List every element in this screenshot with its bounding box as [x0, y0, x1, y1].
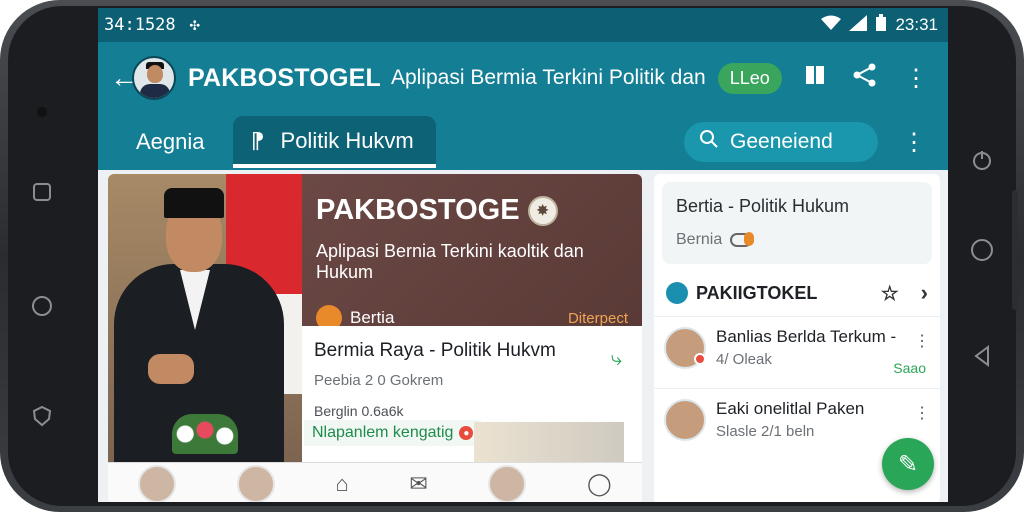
language-pill[interactable]: LLeo	[717, 62, 782, 94]
arrow-left-icon[interactable]: ←	[110, 62, 138, 94]
news-title: Eaki onelitlal Paken	[716, 399, 865, 418]
compose-fab[interactable]: ✎	[882, 438, 934, 490]
tab-pin-icon: ⁋	[250, 128, 265, 153]
search-icon	[700, 130, 718, 154]
hero-right-label[interactable]: Diterpect	[568, 310, 628, 327]
news-avatar	[664, 399, 706, 441]
status-time-left: 34:1528	[104, 15, 176, 35]
phone-frame: 34:1528 ✣ 23:31 ← PAKBOSTOGEL Aplipasi B…	[0, 0, 1024, 512]
share-icon[interactable]	[852, 63, 878, 94]
back-triangle-icon[interactable]	[962, 336, 1002, 376]
article-tag-label: Nlapanlem kengatig	[312, 424, 454, 441]
growth-icon[interactable]: ⤷	[611, 348, 622, 371]
hero-subtitle: Aplipasi Bernia Terkini kaoltik dan Huku…	[316, 241, 584, 282]
status-time-right: 23:31	[895, 15, 938, 34]
rp-header: PAKIIGTOKEL ☆ ›	[654, 264, 940, 316]
alert-dot-icon: ●	[459, 426, 474, 440]
signal-icon	[849, 14, 868, 36]
mail-icon[interactable]: ✉	[409, 471, 427, 497]
article-sub: Berglin 0.6a6k	[314, 403, 404, 419]
tab-politik-hukum-label: Politik Hukvm	[280, 128, 414, 153]
app-subtitle: Aplipasi Bermia Terkini Politik dan	[390, 66, 706, 89]
tab-bar: Aegnia ⁋ Politik Hukvm Geeneiend ⋮	[98, 114, 948, 170]
right-side-keys	[962, 60, 1002, 460]
seal-icon: ✸	[527, 195, 558, 226]
nav-avatar-1[interactable]	[138, 464, 177, 502]
wifi-icon	[821, 15, 842, 36]
article-title: Bermia Raya - Politik Hukvm	[314, 340, 556, 361]
right-panel: Bertia - Politik Hukum Bernia PAKIIGTOKE…	[654, 174, 940, 502]
camera-dot	[22, 92, 62, 132]
home-icon[interactable]: ⌂	[335, 471, 348, 497]
tab-agenda[interactable]: Aegnia	[120, 119, 221, 165]
article-card[interactable]: Bermia Raya - Politik Hukvm Peebia 2 0 G…	[302, 326, 642, 462]
chevron-right-icon[interactable]: ›	[921, 280, 928, 306]
article-tag[interactable]: Nlapanlem kengatig ●	[304, 420, 482, 446]
news-item[interactable]: Banlias Berlda Terkum - 4/ Oleak ⋮ Saao	[654, 316, 940, 388]
app-screen: 34:1528 ✣ 23:31 ← PAKBOSTOGEL Aplipasi B…	[98, 8, 948, 502]
news-title: Banlias Berlda Terkum -	[716, 327, 897, 346]
news-more-icon[interactable]: ⋮	[914, 331, 930, 351]
tab-politik-hukum[interactable]: ⁋ Politik Hukvm	[232, 116, 436, 168]
notification-icon: ✣	[189, 15, 200, 35]
circle-nav-icon[interactable]	[22, 286, 62, 326]
home-circle-icon[interactable]	[962, 230, 1002, 270]
featured-photo	[108, 174, 302, 462]
square-nav-icon[interactable]	[22, 172, 62, 212]
bookmark-icon[interactable]	[804, 64, 826, 93]
hero-badge-label: Bertia	[350, 308, 395, 327]
tab-more-icon[interactable]: ⋮	[902, 128, 926, 157]
battery-icon	[875, 13, 887, 37]
rp-toggle[interactable]	[730, 232, 755, 247]
more-vert-icon[interactable]: ⋮	[904, 64, 928, 93]
rp-summary-card[interactable]: Bertia - Politik Hukum Bernia	[662, 182, 932, 264]
chat-icon[interactable]: ◯	[587, 471, 612, 497]
star-icon[interactable]: ☆	[881, 281, 899, 306]
rp-card-sub: Bernia	[676, 231, 723, 248]
nav-avatar-2[interactable]	[236, 464, 275, 502]
rp-header-title: PAKIIGTOKEL	[696, 282, 818, 303]
rp-logo-icon	[666, 282, 688, 304]
left-side-keys	[22, 60, 62, 460]
hero-title: PAKBOSTOGE	[316, 194, 520, 226]
article-thumbnail	[474, 422, 624, 462]
news-more-icon[interactable]: ⋮	[914, 403, 930, 423]
nav-avatar-3[interactable]	[488, 464, 527, 502]
news-meta: Slasle 2/1 beln	[716, 423, 815, 440]
search-placeholder: Geeneiend	[730, 130, 833, 153]
featured-card[interactable]: PAKBOSTOGE ✸ Aplipasi Bernia Terkini kao…	[108, 174, 642, 502]
search-input[interactable]: Geeneiend	[684, 122, 878, 162]
news-meta: 4/ Oleak	[716, 351, 772, 368]
status-bar: 34:1528 ✣ 23:31	[98, 8, 948, 42]
power-icon[interactable]	[962, 140, 1002, 180]
app-bar: ← PAKBOSTOGEL Aplipasi Bermia Terkini Po…	[98, 42, 948, 114]
hero-banner[interactable]: PAKBOSTOGE ✸ Aplipasi Bernia Terkini kao…	[302, 174, 642, 331]
app-title: PAKBOSTOGEL	[188, 63, 381, 92]
power-key[interactable]	[1012, 190, 1018, 310]
bottom-nav: ⌂ ✉ ◯	[108, 462, 642, 502]
rp-card-title: Bertia - Politik Hukum	[676, 196, 850, 216]
shield-nav-icon[interactable]	[22, 396, 62, 436]
news-avatar	[664, 327, 706, 369]
app-logo-avatar	[132, 56, 176, 100]
article-meta: Peebia 2 0 Gokrem	[314, 372, 444, 389]
news-badge: Saao	[893, 360, 926, 376]
